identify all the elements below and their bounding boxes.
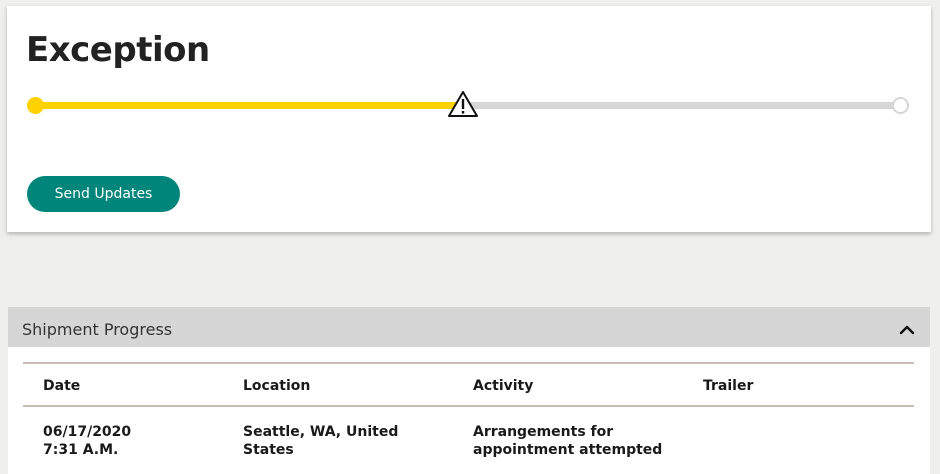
cell-activity-line1: Arrangements for xyxy=(473,424,614,440)
table-top-rule xyxy=(23,362,914,364)
column-header-activity: Activity xyxy=(473,378,534,394)
shipment-progress-header[interactable]: Shipment Progress xyxy=(8,307,930,347)
cell-date-value: 06/17/2020 xyxy=(43,424,132,440)
cell-location-line2: States xyxy=(243,442,294,458)
progress-fill xyxy=(35,102,468,109)
column-header-trailer: Trailer xyxy=(703,378,754,394)
cell-location-line1: Seattle, WA, United xyxy=(243,424,399,440)
warning-icon xyxy=(448,91,478,117)
shipment-progress-panel: Shipment Progress Date Location Activity… xyxy=(8,307,930,474)
cell-time-value: 7:31 A.M. xyxy=(43,442,119,458)
cell-location: Seattle, WA, United States xyxy=(243,423,398,459)
progress-start-dot xyxy=(27,97,44,114)
cell-date: 06/17/2020 7:31 A.M. xyxy=(43,423,131,459)
send-updates-button[interactable]: Send Updates xyxy=(27,176,180,212)
shipment-progress-title: Shipment Progress xyxy=(22,320,173,339)
cell-activity: Arrangements for appointment attempted xyxy=(473,423,662,459)
status-title: Exception xyxy=(26,30,210,70)
progress-end-dot xyxy=(892,97,909,114)
chevron-up-icon[interactable] xyxy=(896,319,918,341)
status-card: Exception Send Updates xyxy=(7,6,931,232)
column-header-date: Date xyxy=(43,378,81,394)
table-header-rule xyxy=(23,405,914,407)
cell-activity-line2: appointment attempted xyxy=(473,442,663,458)
column-header-location: Location xyxy=(243,378,311,394)
